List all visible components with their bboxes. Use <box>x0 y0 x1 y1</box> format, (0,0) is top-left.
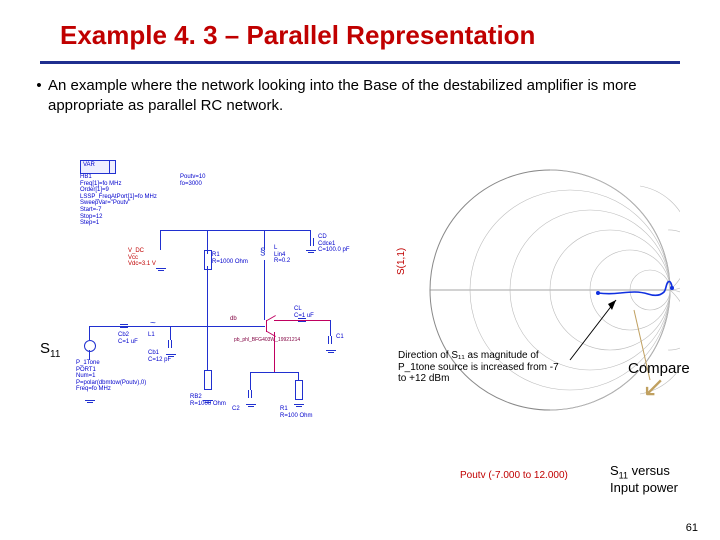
r2 <box>295 380 303 400</box>
wire-p1-r <box>89 326 120 327</box>
smith-chart-area: S(1,1) <box>400 160 680 450</box>
wire-em-split <box>250 372 298 373</box>
wire-cb1-u <box>170 326 171 340</box>
port1-label: P_1Tone PORT1 Num=1 P=polar(dbmtow(Poutv… <box>76 360 146 393</box>
compare-callout: Compare ↙ <box>628 360 700 396</box>
wire-l-d <box>264 260 265 320</box>
var-icon: VAR <box>80 160 110 174</box>
bjt-model: pb_phl_BFG403W_19921214 <box>234 338 300 344</box>
rb2 <box>204 370 212 390</box>
l1: ~ <box>150 321 156 327</box>
circuit-schematic: LSSP HB1 Freq[1]=fo MHz Order[1]=9 LSSP_… <box>80 160 370 480</box>
page-number: 61 <box>686 522 698 534</box>
arrow-down-icon: ↙ <box>642 379 700 396</box>
vs-prefix: S <box>610 463 619 478</box>
vs-sub: 11 <box>619 471 628 481</box>
node-db: db <box>230 316 237 323</box>
s11-sub: 11 <box>50 349 60 360</box>
cdec1 <box>308 238 316 246</box>
wire-p1-u <box>89 326 90 340</box>
gnd-r2 <box>294 404 304 412</box>
wire-p1-d <box>89 350 90 360</box>
wire-cdec-u <box>310 230 311 238</box>
slide: Example 4. 3 – Parallel Representation •… <box>0 0 720 540</box>
smith-xlabel: Poutv (-7.000 to 12.000) <box>460 470 568 481</box>
wire-r1-u <box>207 230 208 254</box>
lin4-label: L Lin4 R=0.2 <box>274 245 290 265</box>
hb1-params: HB1 Freq[1]=fo MHz Order[1]=9 LSSP_FreqA… <box>80 174 157 227</box>
c2-label: C2 <box>232 406 240 413</box>
r1-label: R1 R=1000 Ohm <box>212 252 248 265</box>
wire-r1-d <box>207 266 208 326</box>
gnd-cb1 <box>166 354 176 362</box>
gnd-port1 <box>85 400 95 408</box>
s11-vs-power-note: S11 versus Input power <box>610 464 700 496</box>
cb1 <box>166 340 174 348</box>
gnd-vdc <box>156 268 166 276</box>
title-divider <box>40 61 680 64</box>
c1-label: C1 <box>336 334 344 341</box>
figure-area: S11 LSSP HB1 Freq[1]=fo MHz Order[1]=9 L… <box>40 160 700 520</box>
s11-label: S11 <box>40 340 60 360</box>
var-params: Poutv=10 fo=3000 <box>180 174 206 187</box>
gnd-cdec <box>306 250 316 258</box>
smith-ylabel: S(1,1) <box>396 248 407 275</box>
var-icon-label: VAR <box>83 162 95 168</box>
gnd-c2 <box>246 404 256 412</box>
cdec1-label: CD Cdce1 C=100.0 pF <box>318 234 350 254</box>
wire-base <box>120 326 265 327</box>
wire-top <box>160 230 310 231</box>
bullet-text: An example where the network looking int… <box>48 76 680 115</box>
cb3-label: CL C=1 uF <box>294 306 314 319</box>
vdc-label: V_DC Vcc Vdc=3.1 V <box>128 248 156 268</box>
c1 <box>326 336 334 344</box>
wire-emitter <box>274 332 275 372</box>
port1-symbol <box>84 340 96 352</box>
cb2 <box>120 322 128 330</box>
wire-c1-u <box>330 320 331 336</box>
lin4: § <box>260 250 266 256</box>
bullet-dot: • <box>30 76 48 96</box>
s11-main: S <box>40 340 50 357</box>
direction-annotation: Direction of S₁₁ as magnitude of P_1tone… <box>398 350 568 385</box>
cb2-label: Cb2 C=1 uF <box>118 332 138 345</box>
wire-c2-u <box>250 372 251 390</box>
gnd-rb2 <box>203 400 213 408</box>
wire-l-u <box>264 230 265 250</box>
bullet-1: • An example where the network looking i… <box>0 76 720 115</box>
l1-label: L1 <box>148 332 155 339</box>
wire-rb2 <box>207 326 208 376</box>
c2 <box>246 390 254 398</box>
r1 <box>204 250 212 270</box>
slide-title: Example 4. 3 – Parallel Representation <box>0 0 720 57</box>
wire-vcc-down <box>160 230 161 250</box>
gnd-c1 <box>326 350 336 358</box>
